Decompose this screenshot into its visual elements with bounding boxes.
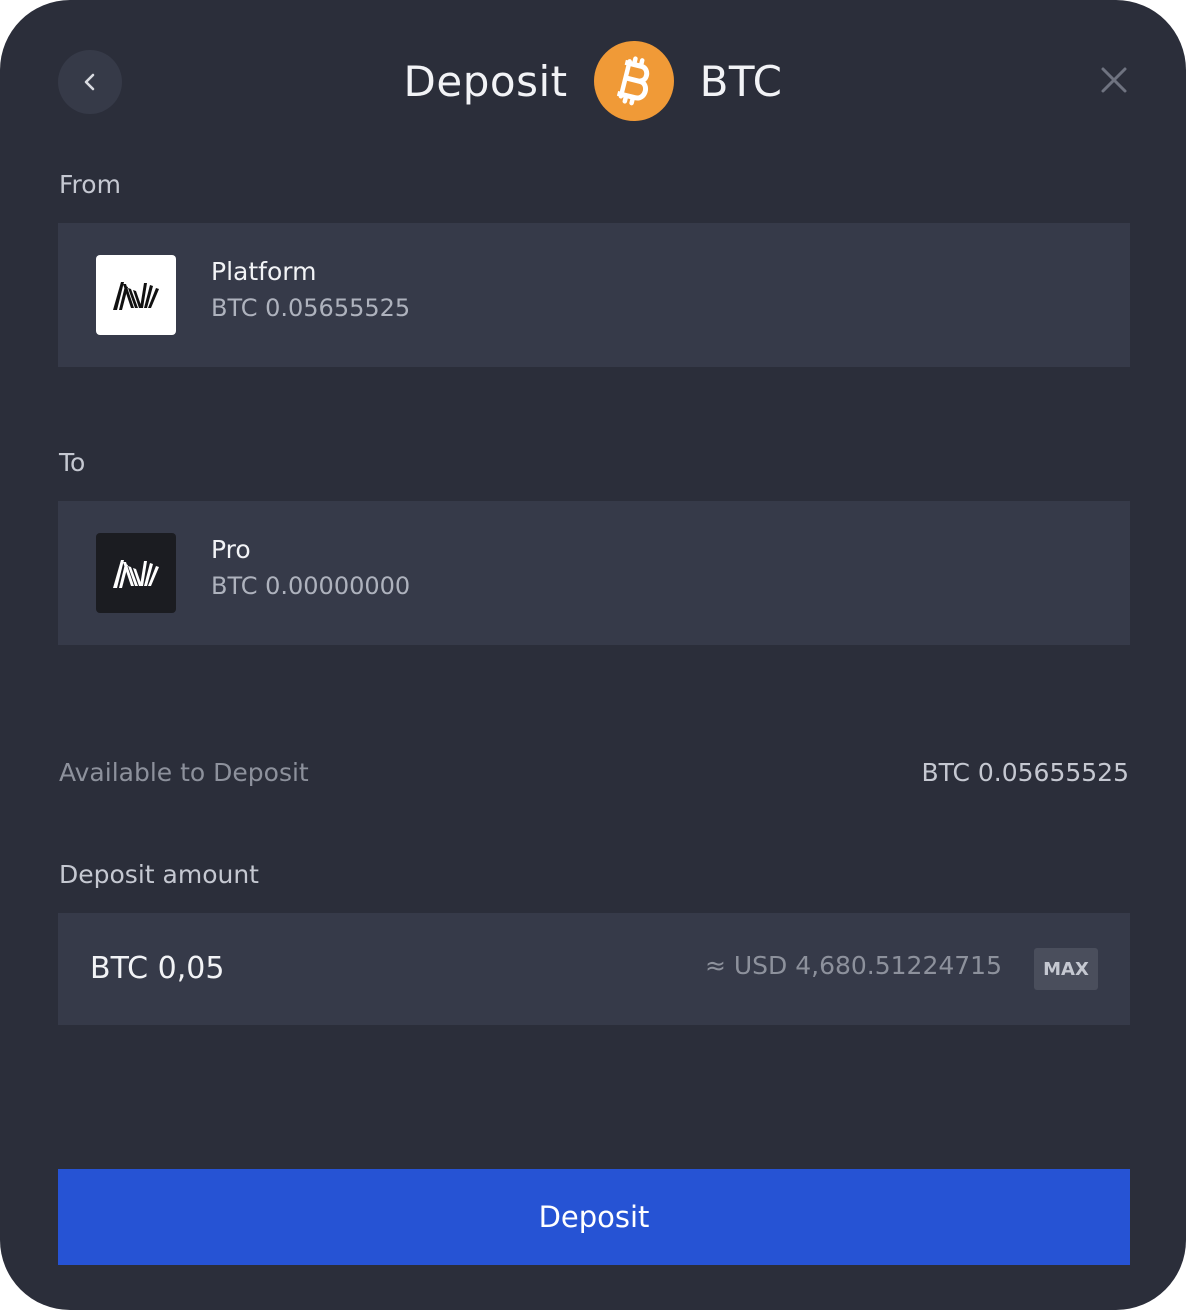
to-label: To <box>59 448 86 477</box>
modal-header: Deposit BTC <box>0 40 1186 122</box>
to-account-name: Pro <box>211 535 251 564</box>
pro-logo <box>96 533 176 613</box>
amount-field-container: ≈ USD 4,680.51224715 MAX <box>58 913 1130 1025</box>
usd-equivalent: ≈ USD 4,680.51224715 <box>704 951 1002 980</box>
close-icon <box>1101 67 1127 93</box>
deposit-button[interactable]: Deposit <box>58 1169 1130 1265</box>
max-button[interactable]: MAX <box>1034 948 1098 990</box>
from-account-card[interactable]: Platform BTC 0.05655525 <box>58 223 1130 367</box>
bitcoin-icon <box>593 41 674 121</box>
modal-currency: BTC <box>699 56 783 106</box>
close-button[interactable] <box>1094 60 1134 100</box>
deposit-modal: Deposit BTC From Platform BTC 0.05655525… <box>0 0 1186 1310</box>
to-account-card[interactable]: Pro BTC 0.00000000 <box>58 501 1130 645</box>
deposit-amount-label: Deposit amount <box>59 860 259 889</box>
available-label: Available to Deposit <box>59 758 309 787</box>
to-account-balance: BTC 0.00000000 <box>211 572 411 600</box>
modal-title: Deposit <box>403 56 568 106</box>
platform-logo <box>96 255 176 335</box>
amount-input[interactable] <box>90 943 650 993</box>
from-account-balance: BTC 0.05655525 <box>211 294 411 322</box>
from-label: From <box>59 170 121 199</box>
from-account-name: Platform <box>211 257 317 286</box>
available-value: BTC 0.05655525 <box>921 758 1129 787</box>
